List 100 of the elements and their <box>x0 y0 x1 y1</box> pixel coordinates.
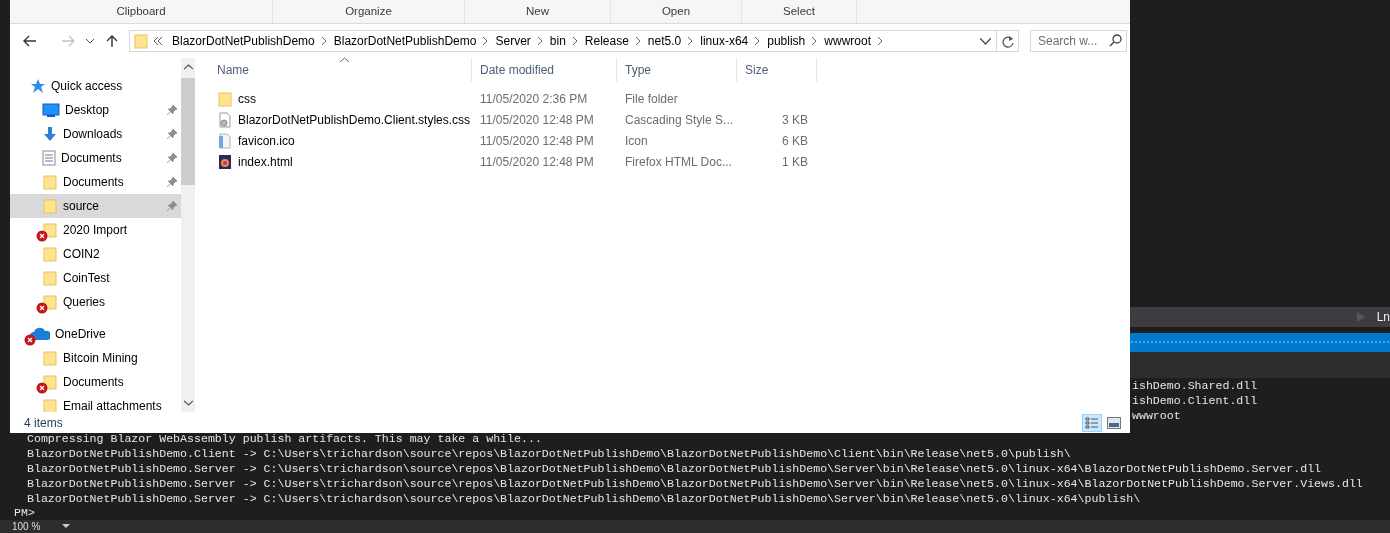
scrollbar-thumb[interactable] <box>181 78 195 185</box>
nav-label: Desktop <box>65 102 110 119</box>
console-prompt: PM> <box>14 505 36 520</box>
column-header[interactable]: Date modified <box>472 58 617 82</box>
item-count: 4 items <box>24 414 63 432</box>
nav-label: Queries <box>63 294 106 311</box>
caret-icon[interactable] <box>62 524 71 529</box>
breadcrumb-segment[interactable]: publish <box>764 32 809 50</box>
ribbon-group-label: Organize <box>273 0 465 23</box>
scrollbar[interactable] <box>181 58 195 412</box>
folder-icon <box>42 246 58 262</box>
file-name[interactable]: css <box>209 89 472 108</box>
column-header[interactable]: Type <box>617 58 737 82</box>
nav-label: Email attachments <box>63 398 162 412</box>
folder-icon <box>42 398 58 412</box>
details-view-button[interactable] <box>1082 413 1102 432</box>
forward-icon <box>61 35 75 47</box>
ribbon-group-label: Select <box>742 0 857 23</box>
nav-item[interactable]: Documents <box>10 170 181 194</box>
breadcrumb-segment[interactable]: linux-x64 <box>697 32 752 50</box>
nav-item[interactable]: CoinTest <box>10 266 181 290</box>
nav-label: Downloads <box>63 126 123 143</box>
date-cell-text: 11/05/2020 12:48 PM <box>479 111 595 129</box>
nav-item[interactable]: Bitcoin Mining <box>10 346 181 370</box>
folder-icon <box>42 198 58 214</box>
toolbar-label: Ln <box>1376 309 1390 326</box>
nav-item[interactable]: Queries <box>10 290 181 314</box>
breadcrumb-segment[interactable]: Release <box>581 32 632 50</box>
output-line: wwwroot <box>1132 408 1182 423</box>
type-cell-text: Icon <box>624 132 649 150</box>
folder-icon <box>42 174 58 190</box>
ribbon-group-label: Open <box>611 0 742 23</box>
nav-label: source <box>63 198 100 215</box>
breadcrumb-segment[interactable]: net5.0 <box>644 32 685 50</box>
search-field[interactable]: Search w... <box>1030 30 1127 52</box>
nav-item[interactable]: 2020 Import <box>10 218 181 242</box>
nav-label: Documents <box>61 150 122 167</box>
output-line: BlazorDotNetPublishDemo.Client -> C:\Users\trichardson\source\repos\BlazorDotNetPublishDemo\BlazorDotNetPublishDemo\Client\bin\Release\net5.0\publish\ <box>27 446 1072 461</box>
date-cell-text: 11/05/2020 12:48 PM <box>479 153 595 171</box>
nav-item[interactable]: COIN2 <box>10 242 181 266</box>
type-cell-text: Firefox HTML Doc... <box>624 153 733 171</box>
folder-icon <box>42 270 58 286</box>
nav-label: Quick access <box>51 78 123 95</box>
breadcrumb-segment[interactable]: Server <box>492 32 534 50</box>
breadcrumb-segment[interactable]: BlazorDotNetPublishDemo <box>330 32 480 50</box>
output-line: BlazorDotNetPublishDemo.Server -> C:\Users\trichardson\source\repos\BlazorDotNetPublishDemo\BlazorDotNetPublishDemo\Server\bin\Release\net5.0\linux-x64\BlazorDotNetPublishDemo.Server.Views.dll <box>27 476 1364 491</box>
nav-item[interactable]: Documents <box>10 370 181 394</box>
chevron-right-icon[interactable] <box>688 37 694 45</box>
column-header[interactable]: Name <box>209 58 472 82</box>
date-cell-text: 11/05/2020 12:48 PM <box>479 132 595 150</box>
folder-icon <box>133 33 149 49</box>
browser-document-icon <box>217 153 233 170</box>
date-cell-text: 11/05/2020 2:36 PM <box>479 90 589 108</box>
nav-label: Documents <box>63 174 124 191</box>
address-bar[interactable]: BlazorDotNetPublishDemo BlazorDotNetPublishDemo Server bin Release net5.0 linux-x64 publish wwwroot <box>129 30 997 52</box>
star-icon <box>30 78 46 94</box>
nav-item[interactable]: Email attachments <box>10 394 181 412</box>
zoom-level[interactable]: 100 % <box>0 519 41 533</box>
nav-item[interactable]: Desktop <box>10 98 181 122</box>
overflow-chevron-icon[interactable] <box>153 37 163 45</box>
chevron-right-icon[interactable] <box>483 37 489 45</box>
cloud-icon <box>30 327 50 341</box>
output-line: ishDemo.Shared.dll <box>1132 378 1259 393</box>
nav-item[interactable]: source <box>10 194 181 218</box>
image-document-icon <box>217 132 233 149</box>
breadcrumb-segment[interactable]: BlazorDotNetPublishDemo <box>169 32 318 50</box>
nav-item[interactable]: Downloads <box>10 122 181 146</box>
up-arrow-icon <box>106 34 118 48</box>
chevron-right-icon[interactable] <box>812 37 818 45</box>
back-icon <box>23 35 37 47</box>
gear-document-icon <box>217 111 233 128</box>
nav-label: Documents <box>63 374 124 391</box>
chevron-right-icon[interactable] <box>537 37 543 45</box>
size-cell-text: 1 KB <box>781 153 809 171</box>
chevron-right-icon[interactable] <box>755 37 761 45</box>
dropdown-caret-icon[interactable] <box>980 37 991 45</box>
chevron-right-icon[interactable] <box>878 37 883 45</box>
breadcrumb-segment[interactable]: bin <box>546 32 569 50</box>
nav-label: CoinTest <box>63 270 110 287</box>
type-cell-text: Cascading Style S... <box>624 111 735 129</box>
refresh-button[interactable] <box>997 30 1019 52</box>
type-cell-text: File folder <box>624 90 679 108</box>
output-line: ishDemo.Client.dll <box>1132 393 1259 408</box>
file-name[interactable]: index.html <box>209 152 472 171</box>
breadcrumb-segment[interactable]: wwwroot <box>821 32 874 50</box>
ribbon-group-label: Clipboard <box>10 0 273 23</box>
nav-item[interactable]: OneDrive <box>10 322 181 346</box>
chevron-right-icon[interactable] <box>572 37 578 45</box>
chevron-right-icon[interactable] <box>635 37 641 45</box>
column-header[interactable]: Size <box>737 58 817 82</box>
nav-label: COIN2 <box>63 246 100 263</box>
nav-item[interactable]: Documents <box>10 146 181 170</box>
document-icon <box>42 150 56 166</box>
nav-item[interactable]: Quick access <box>10 74 181 98</box>
output-line: BlazorDotNetPublishDemo.Server -> C:\Users\trichardson\source\repos\BlazorDotNetPublishDemo\BlazorDotNetPublishDemo\Server\bin\Release\net5.0\linux-x64\BlazorDotNetPublishDemo.Server.dll <box>27 461 1323 476</box>
file-name[interactable]: favicon.ico <box>209 131 472 150</box>
file-name[interactable]: BlazorDotNetPublishDemo.Client.styles.css <box>209 110 472 129</box>
size-cell-text: 3 KB <box>781 111 809 129</box>
folder-icon <box>217 90 233 107</box>
chevron-right-icon[interactable] <box>321 37 327 45</box>
